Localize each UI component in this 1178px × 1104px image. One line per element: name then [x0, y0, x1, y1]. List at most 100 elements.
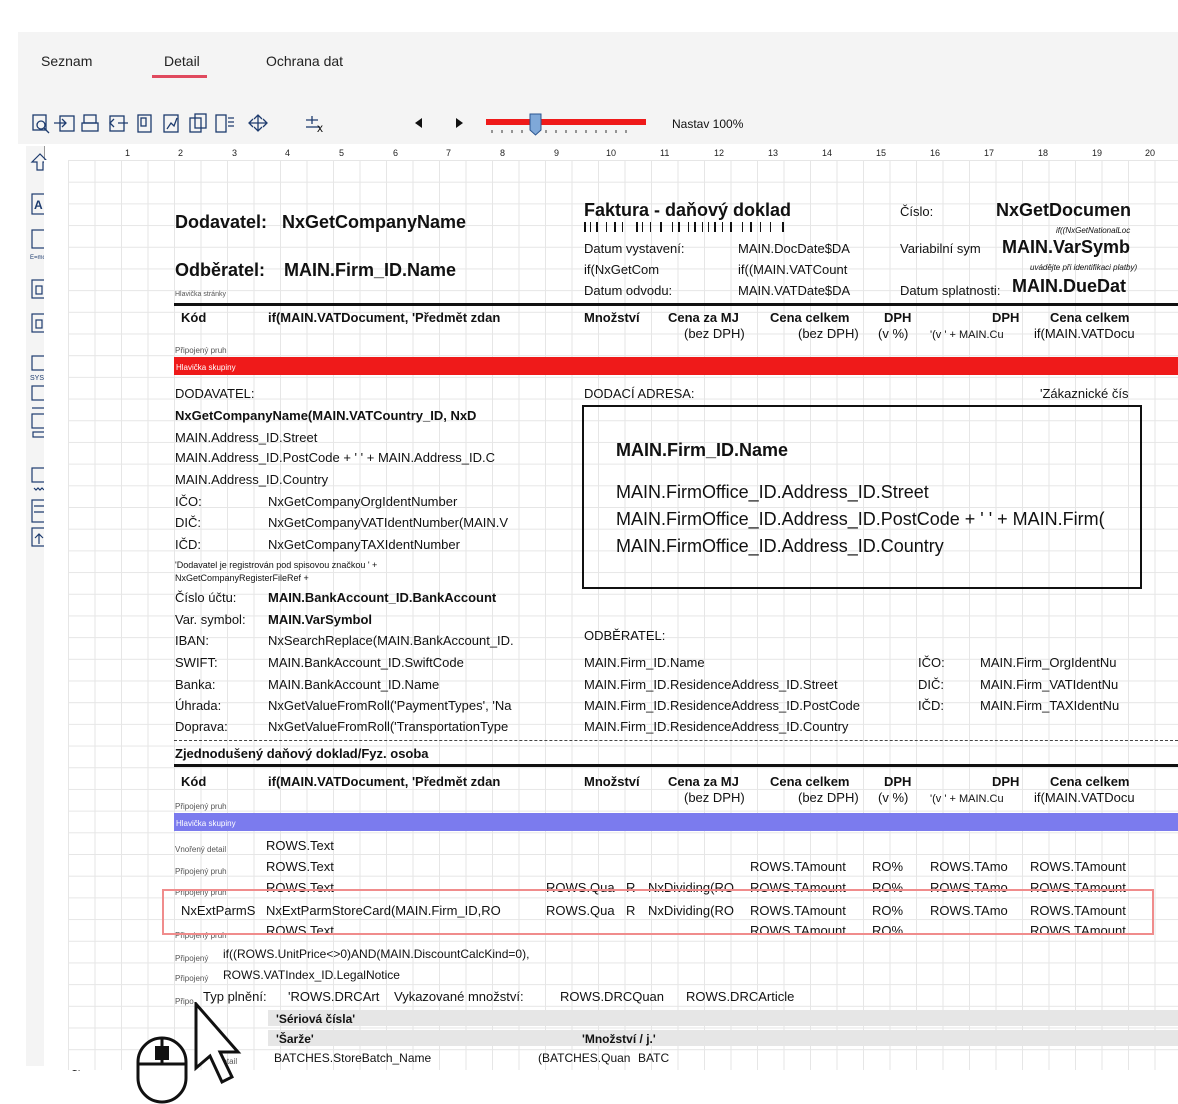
delivery-label[interactable]: DODACÍ ADRESA: [584, 386, 695, 402]
col-predmet[interactable]: if(MAIN.VATDocument, 'Předmět zdan [268, 310, 500, 326]
customer-dic-value[interactable]: MAIN.Firm_VATIdentNu [980, 677, 1118, 693]
print-preview-icon[interactable] [32, 114, 50, 134]
col-bez-dph-2[interactable]: (bez DPH) [798, 326, 859, 342]
zakaznicke-cislo[interactable]: 'Zákaznické čís [1040, 386, 1128, 402]
mnozstvi-j-label[interactable]: 'Množství / j.' [582, 1031, 656, 1047]
col-v-pct-2[interactable]: (v %) [878, 790, 908, 806]
barcode[interactable] [584, 222, 806, 232]
drcarticle-value[interactable]: ROWS.DRCArticle [686, 989, 794, 1005]
col-dph[interactable]: DPH [884, 310, 911, 326]
col-cena-celkem[interactable]: Cena celkem [770, 310, 850, 326]
customer-postcode[interactable]: MAIN.Firm_ID.ResidenceAddress_ID.PostCod… [584, 698, 860, 714]
supplier-ico-label[interactable]: IČO: [175, 494, 202, 510]
close-x[interactable]: x [317, 121, 323, 135]
move-icon[interactable] [248, 114, 268, 132]
supplier-postcode[interactable]: MAIN.Address_ID.PostCode + ' ' + MAIN.Ad… [175, 450, 495, 466]
batc-value[interactable]: BATC [638, 1050, 669, 1066]
swift-label[interactable]: SWIFT: [175, 655, 218, 671]
rows-text-1[interactable]: ROWS.Text [266, 838, 334, 854]
customer-dic-label[interactable]: DIČ: [918, 677, 944, 693]
supplier-icd-label[interactable]: IČD: [175, 537, 201, 553]
doprava-label[interactable]: Doprava: [175, 719, 228, 735]
customer-ico-label[interactable]: IČO: [918, 655, 945, 671]
col-v-pct[interactable]: (v %) [878, 326, 908, 342]
col-if-vatdocu-2[interactable]: if(MAIN.VATDocu [1034, 790, 1135, 806]
arrow-right-icon[interactable] [456, 118, 463, 128]
odberatel-label[interactable]: Odběratel: [175, 261, 265, 279]
banka-label[interactable]: Banka: [175, 677, 215, 693]
customer-country[interactable]: MAIN.Firm_ID.ResidenceAddress_ID.Country [584, 719, 848, 735]
customer-label[interactable]: ODBĚRATEL: [584, 628, 665, 644]
arrow-left-icon[interactable] [415, 118, 422, 128]
doprava-value[interactable]: NxGetValueFromRoll('TransportationType [268, 719, 508, 735]
bank-account-value[interactable]: MAIN.BankAccount_ID.BankAccount [268, 590, 496, 606]
col-v-main[interactable]: '(v ' + MAIN.Cu [930, 327, 1004, 343]
col-dph-2[interactable]: DPH [992, 310, 1019, 326]
datum-vystaveni-label[interactable]: Datum vystavení: [584, 241, 684, 257]
delivery-postcode[interactable]: MAIN.FirmOffice_ID.Address_ID.PostCode +… [616, 510, 1105, 528]
odberatel-value[interactable]: MAIN.Firm_ID.Name [284, 261, 456, 279]
vatdate-value[interactable]: MAIN.VATDate$DA [738, 283, 850, 299]
docdate-value[interactable]: MAIN.DocDate$DA [738, 241, 850, 257]
vatindex-legal-notice[interactable]: ROWS.VATIndex_ID.LegalNotice [223, 967, 400, 983]
col-dph-4[interactable]: DPH [992, 774, 1019, 790]
col-v-main-2[interactable]: '(v ' + MAIN.Cu [930, 791, 1004, 807]
customer-ico-value[interactable]: MAIN.Firm_OrgIdentNu [980, 655, 1117, 671]
drcart-value[interactable]: 'ROWS.DRCArt [288, 989, 379, 1005]
variabilni-label[interactable]: Variabilní sym [900, 241, 981, 257]
drcquan-value[interactable]: ROWS.DRCQuan [560, 989, 664, 1005]
seriova-label[interactable]: 'Sériová čísla' [276, 1011, 355, 1027]
var-symbol-value[interactable]: MAIN.VarSymbol [268, 612, 372, 628]
supplier-dic-value[interactable]: NxGetCompanyVATIdentNumber(MAIN.V [268, 515, 508, 531]
banka-value[interactable]: MAIN.BankAccount_ID.Name [268, 677, 439, 693]
customer-icd-value[interactable]: MAIN.Firm_TAXIdentNu [980, 698, 1119, 714]
print-icon[interactable] [81, 114, 99, 132]
cislo-value[interactable]: NxGetDocumen [996, 201, 1131, 219]
col-mnozstvi-2[interactable]: Množství [584, 774, 640, 790]
if-vatcount[interactable]: if((MAIN.VATCount [738, 262, 847, 278]
layers-icon[interactable] [215, 114, 234, 133]
uhrada-value[interactable]: NxGetValueFromRoll('PaymentTypes', 'Na [268, 698, 511, 714]
col-cena-celkem-2[interactable]: Cena celkem [1050, 310, 1130, 326]
col-predmet-2[interactable]: if(MAIN.VATDocument, 'Předmět zdan [268, 774, 500, 790]
zoom-slider[interactable] [486, 112, 656, 138]
tab-ochrana-dat[interactable]: Ochrana dat [266, 53, 343, 69]
batches-quan[interactable]: (BATCHES.Quan [538, 1050, 630, 1066]
customer-name[interactable]: MAIN.Firm_ID.Name [584, 655, 705, 671]
tab-seznam[interactable]: Seznam [41, 53, 92, 69]
datum-odvodu-label[interactable]: Datum odvodu: [584, 283, 672, 299]
delivery-country[interactable]: MAIN.FirmOffice_ID.Address_ID.Country [616, 537, 944, 555]
supplier-label[interactable]: DODAVATEL: [175, 386, 254, 402]
col-mnozstvi[interactable]: Množství [584, 310, 640, 326]
serial-band[interactable] [268, 1010, 1178, 1026]
page-icon[interactable] [137, 114, 152, 133]
identifikace-note[interactable]: uvádějte při identifikaci platby) [1030, 260, 1137, 276]
col-cena-celkem-4[interactable]: Cena celkem [1050, 774, 1130, 790]
tab-detail[interactable]: Detail [164, 53, 200, 69]
dodavatel-label[interactable]: Dodavatel: [175, 213, 267, 231]
col-kod[interactable]: Kód [181, 310, 206, 326]
rows-tamount-2[interactable]: ROWS.TAmount [750, 859, 846, 875]
batch-band[interactable] [268, 1030, 1178, 1046]
col-bez-dph-4[interactable]: (bez DPH) [798, 790, 859, 806]
col-dph-3[interactable]: DPH [884, 774, 911, 790]
supplier-dic-label[interactable]: DIČ: [175, 515, 201, 531]
sarze-label[interactable]: 'Šarže' [276, 1031, 314, 1047]
rows-tamo-2[interactable]: ROWS.TAmo [930, 859, 1008, 875]
if-nxgetcom[interactable]: if(NxGetCom [584, 262, 659, 278]
unitprice-condition[interactable]: if((ROWS.UnitPrice<>0)AND(MAIN.DiscountC… [223, 946, 529, 962]
group-header-band-red[interactable] [174, 357, 1178, 375]
col-kod-2[interactable]: Kód [181, 774, 206, 790]
delivery-street[interactable]: MAIN.FirmOffice_ID.Address_ID.Street [616, 483, 929, 501]
col-cena-celkem-3[interactable]: Cena celkem [770, 774, 850, 790]
cislo-label[interactable]: Číslo: [900, 204, 933, 220]
chart-icon[interactable] [163, 114, 179, 133]
copy-icon[interactable] [189, 113, 207, 133]
col-bez-dph-1[interactable]: (bez DPH) [684, 326, 745, 342]
col-if-vatdocu[interactable]: if(MAIN.VATDocu [1034, 326, 1135, 342]
customer-icd-label[interactable]: IČD: [918, 698, 944, 714]
col-bez-dph-3[interactable]: (bez DPH) [684, 790, 745, 806]
supplier-company-name[interactable]: NxGetCompanyName(MAIN.VATCountry_ID, NxD [175, 408, 476, 424]
supplier-register-ref[interactable]: NxGetCompanyRegisterFileRef + [175, 570, 309, 586]
bank-account-label[interactable]: Číslo účtu: [175, 590, 236, 606]
